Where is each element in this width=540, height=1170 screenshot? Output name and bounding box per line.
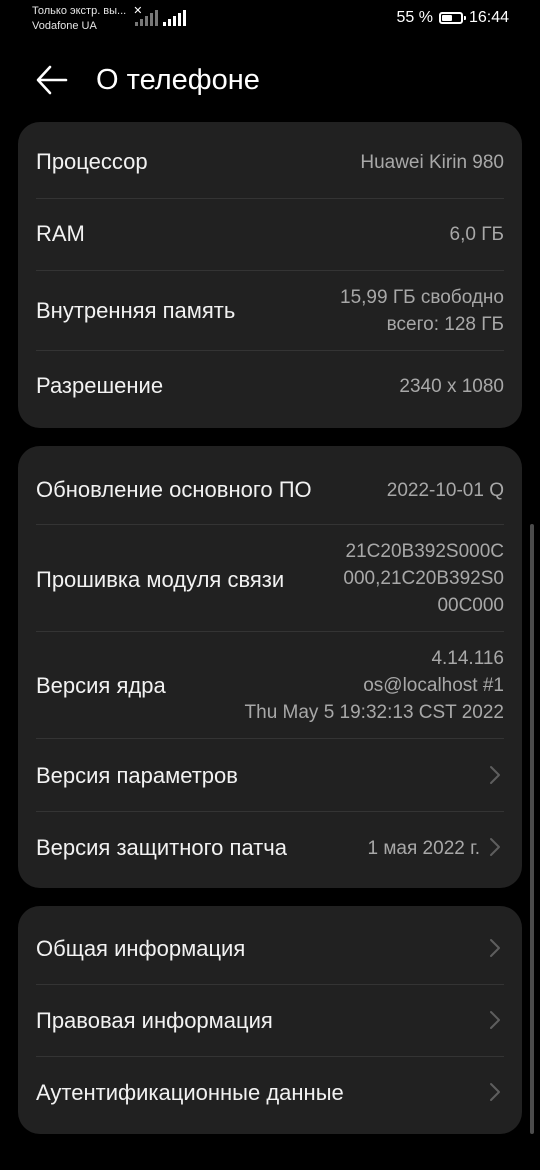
ram-value: 6,0 ГБ [449, 224, 504, 245]
chevron-right-icon [490, 766, 500, 784]
security-patch-value: 1 мая 2022 г. [367, 838, 480, 859]
processor-value: Huawei Kirin 980 [360, 152, 504, 173]
kernel-line: os@localhost #1 [363, 675, 504, 696]
storage-total: всего: 128 ГБ [386, 314, 504, 335]
clock: 16:44 [468, 9, 509, 26]
kernel-row: Версия ядра 4.14.116 os@localhost #1 Thu… [18, 632, 522, 738]
kernel-value: 4.14.116 os@localhost #1 Thu May 5 19:32… [245, 645, 504, 726]
chevron-right-icon [490, 1011, 500, 1029]
kernel-line: Thu May 5 19:32:13 CST 2022 [244, 702, 504, 723]
arrow-left-icon [36, 65, 68, 95]
software-card: Обновление основного ПО 2022-10-01 Q Про… [18, 446, 522, 888]
notification-area: Только экстр. вы... ✕ Vodafone UA [32, 4, 142, 34]
notification-text: Только экстр. вы... [32, 5, 127, 17]
app-bar: О телефоне [0, 50, 540, 114]
processor-row: Процессор Huawei Kirin 980 [18, 122, 522, 198]
battery-percent: 55 % [396, 9, 433, 26]
scrollbar[interactable] [530, 524, 534, 1134]
auth-data-label: Аутентификационные данные [36, 1080, 344, 1105]
chevron-right-icon [490, 1083, 500, 1101]
chevron-right-icon [490, 939, 500, 957]
baseband-line: 00C000 [437, 595, 504, 616]
storage-free: 15,99 ГБ свободно [340, 287, 504, 308]
carrier-name: Vodafone UA [32, 20, 97, 32]
kernel-label: Версия ядра [36, 673, 166, 698]
legal-info-label: Правовая информация [36, 1008, 273, 1033]
ram-label: RAM [36, 221, 85, 246]
signal-icon [163, 10, 186, 26]
storage-row: Внутренняя память 15,99 ГБ свободно всег… [18, 271, 522, 350]
legal-info-row[interactable]: Правовая информация [18, 985, 522, 1056]
params-version-row[interactable]: Версия параметров [18, 739, 522, 811]
baseband-line: 21C20B392S000C [345, 541, 504, 562]
battery-icon [438, 12, 466, 24]
hardware-card: Процессор Huawei Kirin 980 RAM 6,0 ГБ Вн… [18, 122, 522, 428]
base-update-label: Обновление основного ПО [36, 477, 312, 502]
resolution-row: Разрешение 2340 x 1080 [18, 351, 522, 428]
baseband-value: 21C20B392S000C 000,21C20B392S0 00C000 [343, 538, 504, 619]
params-version-label: Версия параметров [36, 763, 238, 788]
baseband-label: Прошивка модуля связи [36, 567, 285, 592]
baseband-line: 000,21C20B392S0 [343, 568, 504, 589]
info-card: Общая информация Правовая информация Аут… [18, 906, 522, 1134]
general-info-label: Общая информация [36, 936, 246, 961]
ram-row: RAM 6,0 ГБ [18, 199, 522, 270]
security-patch-row[interactable]: Версия защитного патча 1 мая 2022 г. [18, 812, 522, 888]
storage-label: Внутренняя память [36, 298, 236, 323]
base-update-value: 2022-10-01 Q [386, 480, 504, 501]
storage-value: 15,99 ГБ свободно всего: 128 ГБ [340, 284, 504, 338]
resolution-value: 2340 x 1080 [399, 376, 504, 397]
resolution-label: Разрешение [36, 373, 164, 398]
base-update-row: Обновление основного ПО 2022-10-01 Q [18, 446, 522, 524]
back-button[interactable] [34, 62, 74, 98]
baseband-row: Прошивка модуля связи 21C20B392S000C 000… [18, 525, 522, 631]
general-info-row[interactable]: Общая информация [18, 906, 522, 984]
status-bar: Только экстр. вы... ✕ Vodafone UA 55 % 1… [0, 0, 540, 40]
security-patch-label: Версия защитного патча [36, 835, 287, 860]
page-title: О телефоне [96, 64, 260, 96]
kernel-line: 4.14.116 [431, 648, 504, 669]
signal-icon [135, 10, 158, 26]
chevron-right-icon [490, 838, 500, 856]
processor-label: Процессор [36, 149, 148, 174]
auth-data-row[interactable]: Аутентификационные данные [18, 1057, 522, 1134]
